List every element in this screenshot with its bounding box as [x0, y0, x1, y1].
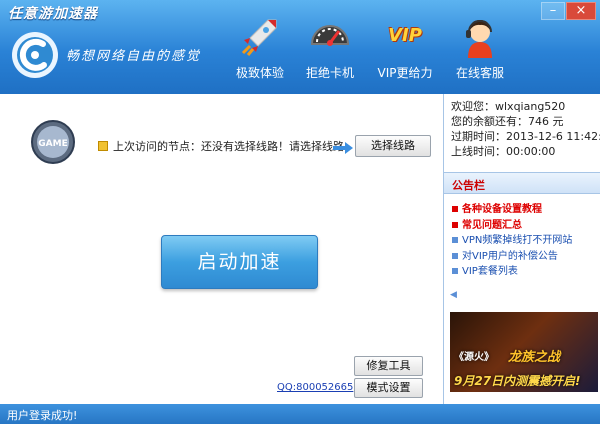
last-login-row: 上线时间：00:00:00 [451, 145, 556, 158]
speedometer-icon [310, 25, 350, 46]
banner-date: 9月27日内测震撼开启! [454, 374, 581, 388]
banner-headline: 龙族之战 [508, 350, 561, 365]
announcement-item[interactable]: 各种设备设置教程 [452, 202, 572, 218]
select-line-button[interactable]: 选择线路 [355, 135, 431, 157]
header-bar: 任意游加速器 – × 畅想网络自由的感觉 极致体验 拒绝卡机 VIP VIP更给… [0, 0, 600, 94]
announcement-header: 公告栏 [444, 172, 600, 194]
username: wlxqiang520 [495, 100, 566, 113]
balance-value: 746 元 [528, 115, 564, 128]
main-panel: GAME 上次访问的节点：还没有选择线路！请选择线路 选择线路 启动加速 修复工… [0, 94, 442, 404]
nav-label: 极致体验 [235, 66, 284, 80]
slogan: 畅想网络自由的感觉 [66, 49, 202, 64]
nav-label: VIP更给力 [377, 66, 433, 80]
nav-label: 拒绝卡机 [305, 66, 354, 80]
banner-game-title: 《源火》 [454, 352, 494, 363]
nav-item-experience[interactable]: 极致体验 [225, 14, 295, 81]
balance-row: 您的余额还有：746 元 [451, 115, 564, 128]
status-text: 用户登录成功! [7, 409, 78, 422]
bullet-icon [452, 237, 458, 243]
qq-link[interactable]: QQ:800052665 [277, 382, 353, 393]
bullet-icon [452, 268, 458, 274]
user-info: 欢迎您：wlxqiang520 您的余额还有：746 元 过期时间：2013-1… [444, 94, 600, 159]
window-controls: – × [540, 2, 596, 20]
window-title: 任意游加速器 [8, 6, 98, 22]
announcement-item[interactable]: 对VIP用户的补偿公告 [452, 249, 572, 265]
notice-icon [98, 141, 108, 151]
speaker-icon: ◀ [450, 290, 457, 300]
announcement-item[interactable]: 常见问题汇总 [452, 218, 572, 234]
bullet-icon [452, 221, 458, 228]
expire-value: 2013-12-6 11:42:26 [506, 130, 600, 143]
welcome-row: 欢迎您：wlxqiang520 [451, 100, 566, 113]
game-badge-icon: GAME [31, 120, 75, 164]
app-logo-icon [12, 32, 58, 78]
announcement-list: 各种设备设置教程 常见问题汇总 VPN频繁掉线打不开网站 对VIP用户的补偿公告… [452, 202, 572, 280]
support-agent-icon [466, 20, 492, 58]
bullet-icon [452, 206, 458, 212]
close-button[interactable]: × [566, 2, 596, 20]
announcement-item[interactable]: VIP套餐列表 [452, 264, 572, 280]
nav-label: 在线客服 [455, 66, 504, 80]
status-bar: 用户登录成功! [0, 404, 600, 424]
game-ad-banner[interactable]: 《源火》 龙族之战 9月27日内测震撼开启! [450, 312, 598, 392]
last-login-value: 00:00:00 [506, 145, 556, 158]
rocket-icon [241, 19, 277, 56]
game-badge-text: GAME [38, 139, 67, 149]
mode-settings-button[interactable]: 模式设置 [354, 378, 423, 398]
minimize-button[interactable]: – [541, 2, 565, 20]
nav-item-vip[interactable]: VIP VIP更给力 [370, 14, 440, 81]
side-panel: 欢迎您：wlxqiang520 您的余额还有：746 元 过期时间：2013-1… [443, 94, 600, 404]
bullet-icon [452, 252, 458, 259]
nav-item-support[interactable]: 在线客服 [445, 14, 515, 81]
nav-item-no-lag[interactable]: 拒绝卡机 [295, 14, 365, 81]
repair-tool-button[interactable]: 修复工具 [354, 356, 423, 376]
last-node-notice: 上次访问的节点：还没有选择线路！请选择线路 [98, 138, 344, 154]
announcement-item[interactable]: VPN频繁掉线打不开网站 [452, 233, 572, 249]
app-window: 任意游加速器 – × 畅想网络自由的感觉 极致体验 拒绝卡机 VIP VIP更给… [0, 0, 600, 424]
arrow-right-icon [333, 142, 353, 154]
expire-row: 过期时间：2013-12-6 11:42:26 [451, 129, 600, 144]
last-node-text: 上次访问的节点：还没有选择线路！请选择线路 [113, 140, 344, 153]
start-acceleration-button[interactable]: 启动加速 [161, 235, 318, 289]
vip-icon: VIP [388, 25, 422, 46]
